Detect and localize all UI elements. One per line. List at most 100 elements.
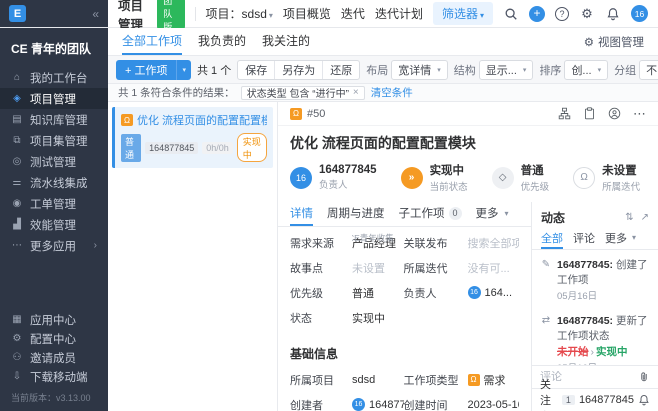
- field-value-type[interactable]: Ω 需求: [467, 367, 520, 392]
- field-label-assignee: 负责人: [403, 287, 437, 300]
- sidebar-item-wiki[interactable]: ▤ 知识库管理: [0, 109, 108, 130]
- field-value-project[interactable]: sdsd: [352, 367, 404, 392]
- field-value-release[interactable]: 搜索全部项...: [468, 230, 520, 255]
- attachment-paperclip-icon[interactable]: [638, 371, 650, 383]
- sort-order-icon[interactable]: ⇅: [625, 212, 633, 223]
- assignee-avatar: 16: [467, 286, 481, 299]
- status-icon: »: [400, 166, 423, 189]
- settings-gear-icon[interactable]: ⚙: [579, 6, 595, 22]
- sidebar-item-test[interactable]: ◎ 测试管理: [0, 151, 108, 172]
- tab-all-work-items[interactable]: 全部工作项: [122, 28, 183, 55]
- sidebar-item-app-center[interactable]: ▦ 应用中心: [0, 310, 108, 329]
- nav-project-overview[interactable]: 项目概览: [283, 5, 331, 22]
- sidebar-item-project-management[interactable]: ◈ 项目管理: [0, 88, 108, 109]
- status-from: 未开始: [557, 345, 589, 358]
- sidebar-collapse-icon[interactable]: «: [92, 7, 99, 21]
- follow-bell-icon[interactable]: [638, 394, 650, 406]
- sidebar-item-config-center[interactable]: ⚙ 配置中心: [0, 329, 108, 348]
- team-name[interactable]: CE 青年的团队: [0, 36, 108, 67]
- card-title[interactable]: 优化 流程页面的配置配置模块: [137, 112, 267, 128]
- app-logo[interactable]: E: [9, 5, 26, 22]
- sidebar-item-program[interactable]: ⧉ 项目集管理: [0, 130, 108, 151]
- detail-main: 详情 周期与进度 子工作项 0 更多 ▾ 需求来源 CE青年收集 产品经理 关联发布 …: [278, 202, 532, 411]
- nav-sprint[interactable]: 迭代: [341, 5, 365, 22]
- work-item-title[interactable]: 优化 流程页面的配置配置模块: [278, 126, 658, 158]
- sidebar-item-download-mobile[interactable]: ⇩ 下载移动端: [0, 367, 108, 386]
- attr-priority[interactable]: ◇ 普通 优先级: [491, 162, 549, 193]
- filter-chip[interactable]: 状态类型 包含 “进行中” ×: [240, 85, 365, 100]
- save-button[interactable]: 保存: [238, 61, 274, 79]
- top-bar: E « 项目管理 团队版 项目：sdsd ▾ 项目概览 迭代 迭代计划 筛选器 ▾ …: [0, 0, 658, 34]
- tab-activity-comments[interactable]: 评论: [573, 228, 595, 249]
- field-value-status[interactable]: 实现中: [352, 305, 404, 330]
- view-actions-group: 保存 另存为 还原: [237, 59, 361, 80]
- notification-bell-icon[interactable]: [605, 6, 621, 22]
- requirement-type-icon: Ω: [121, 114, 133, 126]
- toolbar: + 工作项 ▾ 共 1 个 保存 另存为 还原 布局 宽详情 ▾ 结构 显示...…: [108, 56, 658, 84]
- followers-bar: 关注者 1 164877845: [532, 379, 658, 411]
- feed-user[interactable]: 164877845:: [557, 259, 613, 271]
- priority-diamond-icon: ◇: [491, 166, 514, 189]
- activity-header: 动态 ⇅ ↗: [532, 202, 658, 228]
- sidebar-item-performance[interactable]: ▟ 效能管理: [0, 214, 108, 235]
- tab-activity-all[interactable]: 全部: [541, 228, 563, 249]
- requirement-type-icon: Ω: [467, 373, 480, 386]
- view-manage-button[interactable]: ⚙ 视图管理: [584, 34, 644, 50]
- attr-assignee[interactable]: 16 164877845 负责人: [290, 164, 377, 191]
- layout-label: 布局: [366, 64, 389, 77]
- arrow-icon: ›: [590, 345, 595, 358]
- sort-select[interactable]: 创... ▾: [564, 59, 609, 80]
- tab-activity-more[interactable]: 更多 ▾: [605, 228, 636, 249]
- create-button[interactable]: +: [529, 5, 545, 22]
- attr-sprint[interactable]: Ω 未设置 所属迭代: [573, 162, 640, 193]
- member-icon[interactable]: [608, 107, 621, 120]
- detail-header: Ω #50 ⋯: [278, 102, 658, 126]
- tab-my-assigned[interactable]: 我负责的: [198, 28, 246, 55]
- group-select[interactable]: 不...▾: [639, 59, 658, 80]
- field-value-story-point[interactable]: 未设置: [352, 255, 404, 280]
- sidebar-item-more-apps[interactable]: ⋯ 更多应用 ›: [0, 235, 108, 256]
- field-value-assignee[interactable]: 16 164...: [467, 280, 520, 305]
- more-icon[interactable]: ⋯: [633, 106, 646, 122]
- chevron-down-icon: ▾: [504, 208, 509, 218]
- nav-sprint-plan[interactable]: 迭代计划: [375, 5, 423, 22]
- sidebar-item-invite-member[interactable]: ⚇ 邀请成员: [0, 348, 108, 367]
- save-as-button[interactable]: 另存为: [274, 60, 322, 79]
- close-icon[interactable]: ×: [353, 87, 359, 98]
- tab-more[interactable]: 更多 ▾: [476, 202, 509, 226]
- field-label-req-source: 需求来源: [290, 237, 334, 250]
- attr-status[interactable]: » 实现中 当前状态: [400, 162, 468, 193]
- sidebar-item-pipeline[interactable]: ⚌ 流水线集成: [0, 172, 108, 193]
- tab-details[interactable]: 详情: [290, 202, 313, 226]
- tab-my-followed[interactable]: 我关注的: [262, 28, 310, 55]
- field-value-priority[interactable]: 普通: [352, 280, 404, 305]
- help-icon[interactable]: ?: [555, 6, 569, 21]
- field-label-priority: 优先级: [290, 287, 323, 300]
- sidebar-item-workbench[interactable]: ⌂ 我的工作台: [0, 67, 108, 88]
- follower-name[interactable]: 164877845: [579, 394, 634, 406]
- project-selector[interactable]: 项目：sdsd ▾: [206, 5, 273, 22]
- field-value-sprint[interactable]: 没有可...: [468, 255, 520, 280]
- nav-filters-active[interactable]: 筛选器 ▾: [432, 2, 493, 25]
- revert-button[interactable]: 还原: [322, 60, 359, 79]
- tab-sub-items[interactable]: 子工作项 0: [399, 202, 462, 226]
- feed-user[interactable]: 164877845:: [557, 315, 613, 327]
- field-value-creator[interactable]: 161648778...: [352, 392, 404, 411]
- activity-feed: ✎ 164877845: 创建了工作项 05月16日 ⇄ 164877845: …: [532, 250, 658, 365]
- search-icon[interactable]: [503, 6, 519, 22]
- tab-cycle-progress[interactable]: 周期与进度: [327, 202, 385, 226]
- layout-select[interactable]: 宽详情 ▾: [391, 59, 448, 80]
- chevron-down-icon: ▾: [632, 233, 637, 242]
- add-work-item-button[interactable]: + 工作项 ▾: [116, 59, 191, 80]
- work-item-card-selected[interactable]: Ω 优化 流程页面的配置配置模块 普通 164877845 0h/0h 实现中: [112, 107, 273, 168]
- sidebar-item-ticket[interactable]: ◉ 工单管理: [0, 193, 108, 214]
- hierarchy-icon[interactable]: [558, 107, 571, 120]
- clipboard-icon[interactable]: [583, 107, 596, 120]
- field-value-req-source[interactable]: CE青年收集 产品经理: [352, 230, 404, 255]
- expand-icon[interactable]: ↗: [641, 212, 649, 223]
- structure-select[interactable]: 显示... ▾: [478, 59, 534, 80]
- user-avatar[interactable]: 16: [631, 5, 648, 22]
- work-item-id[interactable]: #50: [307, 108, 325, 120]
- clear-conditions-link[interactable]: 清空条件: [371, 85, 413, 100]
